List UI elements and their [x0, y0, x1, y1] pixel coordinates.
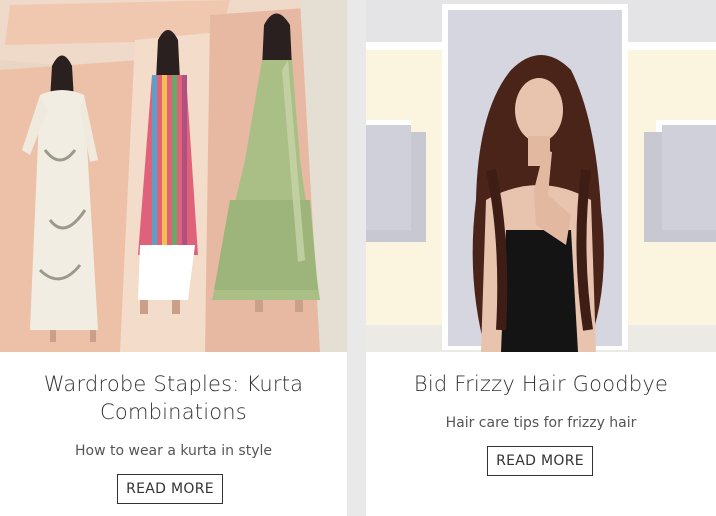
article-subtitle-frizzy-hair: Hair care tips for frizzy hair	[445, 415, 637, 431]
read-more-button-frizzy-hair[interactable]: READ MORE	[487, 446, 593, 476]
frizzy-hair-photo	[366, 0, 716, 352]
read-more-button-kurta[interactable]: READ MORE	[117, 474, 223, 504]
article-image-kurta[interactable]	[0, 0, 347, 352]
article-card-frizzy-hair: Bid Frizzy Hair Goodbye Hair care tips f…	[366, 0, 716, 516]
article-subtitle-kurta: How to wear a kurta in style	[75, 443, 272, 459]
article-card-kurta: Wardrobe Staples: Kurta Combinations How…	[0, 0, 347, 516]
article-grid: Wardrobe Staples: Kurta Combinations How…	[0, 0, 716, 516]
article-title-kurta[interactable]: Wardrobe Staples: Kurta Combinations	[0, 370, 347, 426]
kurta-photo	[0, 0, 347, 352]
article-title-frizzy-hair[interactable]: Bid Frizzy Hair Goodbye	[366, 370, 716, 398]
article-image-frizzy-hair[interactable]	[366, 0, 716, 352]
